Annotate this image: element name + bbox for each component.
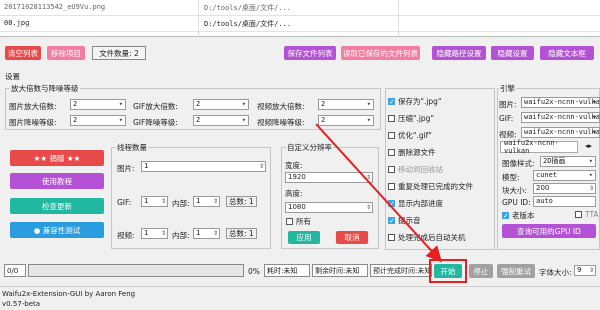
annotation-highlight-box [429, 259, 467, 283]
annotation-arrow [315, 123, 467, 283]
